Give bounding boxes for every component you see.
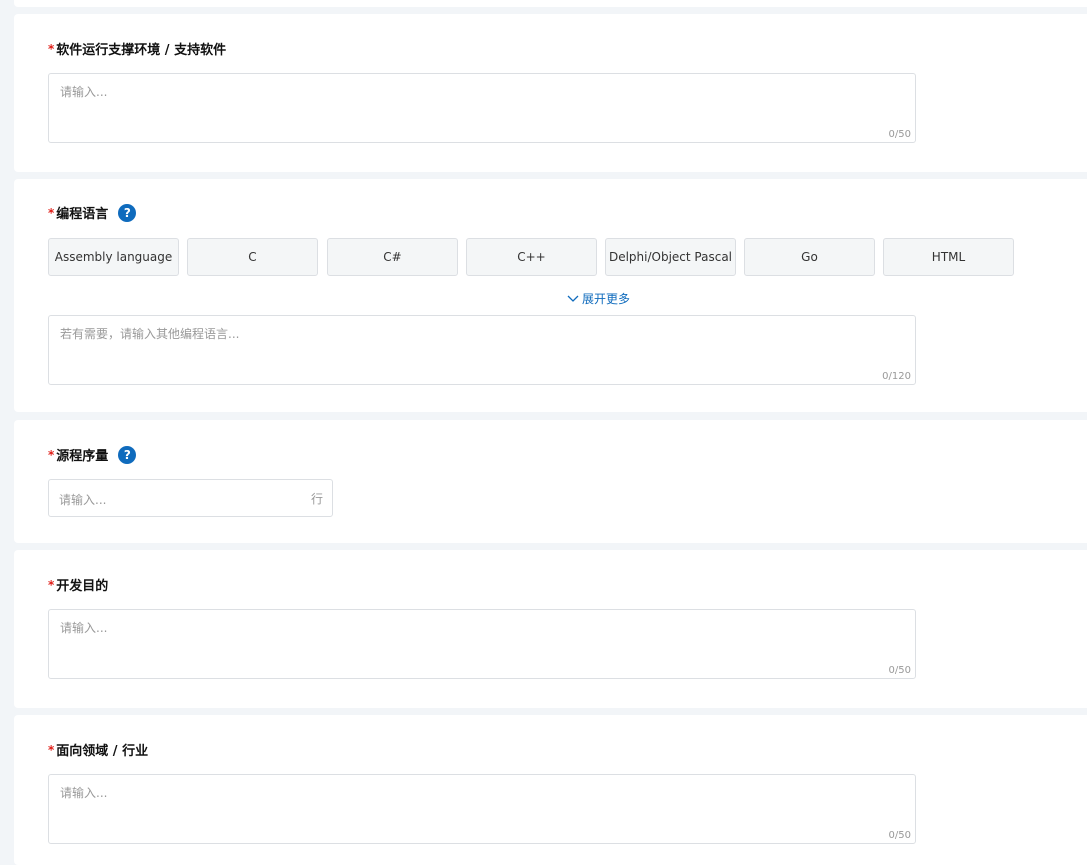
section-industry: * 面向领域 / 行业 请输入... 0/50 xyxy=(14,715,1087,865)
char-count: 0/50 xyxy=(888,129,911,140)
char-count: 0/120 xyxy=(882,371,911,382)
char-count: 0/50 xyxy=(888,665,911,676)
dev-purpose-textarea[interactable]: 请输入... 0/50 xyxy=(48,609,916,679)
section-dev-purpose: * 开发目的 请输入... 0/50 xyxy=(14,550,1087,708)
field-label: * 源程序量? xyxy=(48,445,137,464)
section-source-lines: * 源程序量? 请输入... 行 xyxy=(14,420,1087,543)
language-chip[interactable]: C++ xyxy=(466,238,597,276)
help-icon[interactable]: ? xyxy=(118,203,137,222)
chevron-down-icon xyxy=(567,295,579,302)
language-chip[interactable]: C# xyxy=(327,238,458,276)
source-lines-input[interactable]: 请输入... 行 xyxy=(48,479,333,517)
other-language-textarea[interactable]: 若有需要，请输入其他编程语言... 0/120 xyxy=(48,315,916,385)
field-label: * 面向领域 / 行业 xyxy=(48,742,149,760)
language-chip[interactable]: Assembly language xyxy=(48,238,179,276)
language-chip[interactable]: Delphi/Object Pascal xyxy=(605,238,736,276)
char-count: 0/50 xyxy=(888,830,911,841)
field-label: * 开发目的 xyxy=(48,577,109,595)
section-runtime-env: * 软件运行支撑环境 / 支持软件 请输入... 0/50 xyxy=(14,14,1087,172)
field-label: * 软件运行支撑环境 / 支持软件 xyxy=(48,41,227,59)
runtime-env-textarea[interactable]: 请输入... 0/50 xyxy=(48,73,916,143)
industry-textarea[interactable]: 请输入... 0/50 xyxy=(48,774,916,844)
expand-more-button[interactable]: 展开更多 xyxy=(567,290,630,307)
previous-card xyxy=(14,0,1087,7)
section-programming-language: * 编程语言? Assembly language C C# C++ Delphi… xyxy=(14,179,1087,412)
language-chip[interactable]: Go xyxy=(744,238,875,276)
language-chip[interactable]: HTML xyxy=(883,238,1014,276)
help-icon[interactable]: ? xyxy=(118,445,137,464)
unit-suffix: 行 xyxy=(310,492,323,506)
field-label: * 编程语言? xyxy=(48,203,137,222)
language-chip[interactable]: C xyxy=(187,238,318,276)
